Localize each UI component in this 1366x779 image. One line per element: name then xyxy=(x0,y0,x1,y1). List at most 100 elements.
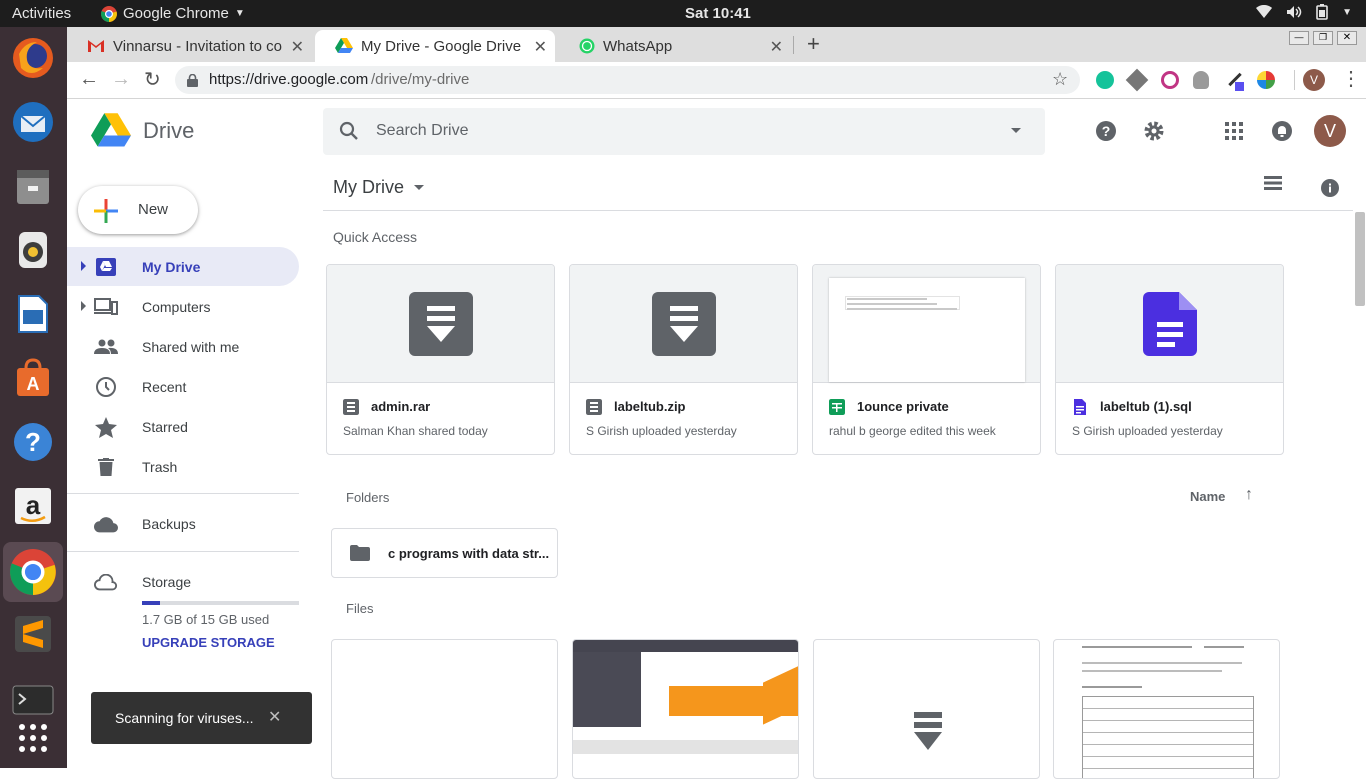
app-menu[interactable]: Google Chrome ▼ xyxy=(101,5,245,22)
new-tab-button[interactable]: + xyxy=(807,31,820,57)
people-icon xyxy=(94,336,118,358)
sublime-text-icon[interactable] xyxy=(8,609,58,659)
files-icon[interactable] xyxy=(8,161,58,211)
search-input[interactable]: Search Drive xyxy=(376,122,468,140)
color-picker-extension-icon[interactable] xyxy=(1257,71,1275,89)
grammarly-extension-icon[interactable] xyxy=(1096,71,1114,89)
nav-shared-with-me[interactable]: Shared with me xyxy=(67,327,299,366)
nav-label: Recent xyxy=(142,378,187,395)
preview-table xyxy=(1082,696,1254,778)
close-icon[interactable]: ✕ xyxy=(291,37,304,57)
browser-toolbar: ← → ↻ https://drive.google.com /drive/my… xyxy=(67,62,1366,99)
clock[interactable]: Sat 10:41 xyxy=(685,5,751,22)
new-button[interactable]: New xyxy=(78,186,198,234)
list-view-icon[interactable] xyxy=(1264,176,1282,195)
drive-logo[interactable]: Drive xyxy=(91,113,194,149)
settings-gear-icon[interactable] xyxy=(1134,111,1174,151)
chrome-dock-icon[interactable] xyxy=(3,542,63,602)
back-button[interactable]: ← xyxy=(79,68,99,91)
nav-trash[interactable]: Trash xyxy=(67,447,299,486)
maximize-button[interactable]: ❐ xyxy=(1313,31,1333,45)
libreoffice-writer-icon[interactable] xyxy=(8,289,58,339)
chevron-down-icon: ▼ xyxy=(234,8,245,19)
eyedropper-extension-icon[interactable] xyxy=(1227,72,1245,91)
tab-title: My Drive - Google Drive xyxy=(361,37,522,55)
quick-access-card[interactable]: 1ounce private rahul b george edited thi… xyxy=(812,264,1041,455)
file-card[interactable] xyxy=(331,639,558,779)
extension-icon[interactable] xyxy=(1125,68,1149,92)
help-icon[interactable]: ? xyxy=(1086,111,1126,151)
tab-whatsapp[interactable]: WhatsApp ✕ xyxy=(559,30,791,62)
volume-icon xyxy=(1287,6,1302,18)
help-icon[interactable]: ? xyxy=(8,417,58,467)
svg-text:?: ? xyxy=(1102,123,1111,139)
close-icon[interactable]: ✕ xyxy=(268,707,281,727)
expand-caret-icon[interactable] xyxy=(81,261,86,271)
account-avatar[interactable]: V xyxy=(1314,115,1346,147)
quick-access-card[interactable]: admin.rar Salman Khan shared today xyxy=(326,264,555,455)
drive-logo-text: Drive xyxy=(143,118,195,143)
upgrade-storage-link[interactable]: UPGRADE STORAGE xyxy=(142,635,275,650)
profile-avatar[interactable]: V xyxy=(1303,69,1325,91)
amazon-icon[interactable]: a xyxy=(8,481,58,531)
search-icon[interactable] xyxy=(339,121,359,141)
close-window-button[interactable]: ✕ xyxy=(1337,31,1357,45)
software-center-icon[interactable]: A xyxy=(8,353,58,403)
page-title: My Drive xyxy=(333,177,404,197)
address-bar[interactable]: https://drive.google.com /drive/my-drive… xyxy=(175,66,1080,94)
instagram-extension-icon[interactable] xyxy=(1161,71,1179,89)
file-activity: S Girish uploaded yesterday xyxy=(586,424,737,438)
sheets-icon xyxy=(829,399,845,415)
nav-starred[interactable]: Starred xyxy=(67,407,299,446)
my-drive-icon xyxy=(94,256,118,278)
search-options-icon[interactable] xyxy=(1011,128,1021,133)
nav-recent[interactable]: Recent xyxy=(67,367,299,406)
forward-button[interactable]: → xyxy=(111,68,131,91)
tab-gmail[interactable]: Vinnarsu - Invitation to co ✕ xyxy=(67,30,312,62)
system-tray[interactable]: ▼ xyxy=(1256,4,1352,20)
minimize-button[interactable]: — xyxy=(1289,31,1309,45)
preview-line xyxy=(1204,646,1244,648)
sort-by-name-button[interactable]: Name xyxy=(1190,489,1225,504)
nav-my-drive[interactable]: My Drive xyxy=(67,247,299,286)
reload-button[interactable]: ↻ xyxy=(144,67,161,92)
rhythmbox-icon[interactable] xyxy=(8,225,58,275)
expand-caret-icon[interactable] xyxy=(81,301,86,311)
quick-access-card[interactable]: labeltub (1).sql S Girish uploaded yeste… xyxy=(1055,264,1284,455)
tab-drive[interactable]: My Drive - Google Drive ✕ xyxy=(315,30,555,62)
show-applications-icon[interactable] xyxy=(8,713,58,763)
star-icon xyxy=(94,416,118,438)
file-card[interactable] xyxy=(1053,639,1280,779)
close-icon[interactable]: ✕ xyxy=(534,37,547,57)
preview-block xyxy=(641,652,798,666)
fingerprint-extension-icon[interactable] xyxy=(1193,71,1209,89)
activities-button[interactable]: Activities xyxy=(12,5,71,22)
firefox-icon[interactable] xyxy=(8,33,58,83)
quick-access-card[interactable]: labeltub.zip S Girish uploaded yesterday xyxy=(569,264,798,455)
cloud-icon xyxy=(94,513,118,535)
thunderbird-icon[interactable] xyxy=(8,97,58,147)
file-card[interactable] xyxy=(572,639,799,779)
preview-line xyxy=(1082,662,1242,664)
chrome-menu-icon[interactable]: ⋮ xyxy=(1341,66,1361,91)
file-card[interactable] xyxy=(813,639,1040,779)
scrollbar[interactable] xyxy=(1355,212,1365,306)
folder-item[interactable]: c programs with data str... xyxy=(331,528,558,578)
files-heading: Files xyxy=(346,601,374,616)
ubuntu-dock: A ? a xyxy=(0,27,67,768)
my-drive-menu[interactable]: My Drive xyxy=(333,177,424,198)
drive-icon xyxy=(335,38,353,53)
sort-arrow-up-icon[interactable]: ↑ xyxy=(1245,486,1253,504)
file-name: 1ounce private xyxy=(857,399,949,414)
cloud-outline-icon xyxy=(94,571,118,593)
nav-computers[interactable]: Computers xyxy=(67,287,299,326)
nav-backups[interactable]: Backups xyxy=(67,504,299,543)
search-box[interactable]: Search Drive xyxy=(323,108,1045,155)
nav-storage[interactable]: Storage xyxy=(67,562,299,601)
close-icon[interactable]: ✕ xyxy=(770,37,783,57)
apps-grid-icon[interactable] xyxy=(1214,111,1254,151)
drive-logo-icon xyxy=(91,113,131,147)
notifications-bell-icon[interactable] xyxy=(1262,111,1302,151)
star-bookmark-icon[interactable]: ☆ xyxy=(1052,69,1068,90)
info-icon[interactable] xyxy=(1320,178,1340,203)
